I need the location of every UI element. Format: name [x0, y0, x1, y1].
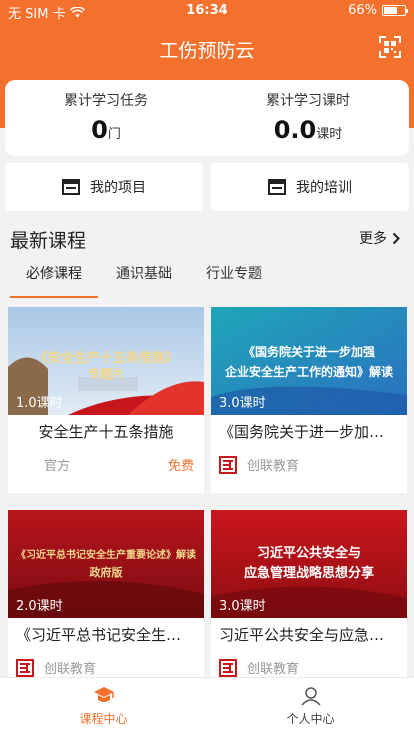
my-projects-button[interactable]: 我的项目 — [5, 163, 203, 211]
tab-required[interactable]: 必修课程 — [10, 264, 99, 298]
battery-percent: 66% — [348, 3, 377, 18]
status-bar: 无 SIM 卡 16:34 66% — [0, 0, 414, 22]
course-footer: 创联教育 — [16, 658, 194, 677]
course-card[interactable]: 《习近平总书记安全生产重要论述》解读 政府版 2.0课时 《习近平总书记安全生产… — [8, 510, 204, 696]
tab-general[interactable]: 通识基础 — [99, 264, 189, 298]
tab-industry[interactable]: 行业专题 — [189, 264, 279, 298]
qr-scan-icon[interactable] — [379, 36, 401, 58]
course-title: 《习近平总书记安全生产重要论述》解读政府版 — [16, 626, 204, 644]
tab-active-indicator — [10, 296, 98, 298]
battery-icon — [382, 5, 408, 16]
tab-personal-center-label: 个人中心 — [286, 712, 335, 726]
app-title: 工伤预防云 — [159, 40, 255, 62]
course-hours: 3.0课时 — [219, 396, 266, 411]
thumb-caption: 应急管理战略思想分享 — [243, 566, 374, 581]
course-card[interactable]: 习近平公共安全与 应急管理战略思想分享 3.0课时 习近平公共安全与应急管理战略… — [211, 510, 407, 696]
more-link[interactable]: 更多 — [359, 228, 400, 248]
tab-personal-center[interactable]: 个人中心 — [207, 678, 414, 736]
thumb-caption: 专题片 — [87, 367, 124, 381]
person-icon — [300, 687, 321, 706]
publisher-logo-icon — [219, 455, 237, 474]
course-price: 免费 — [167, 459, 194, 474]
thumb-caption: 《安全生产十五条措施》 — [34, 351, 178, 366]
course-footer: 创联教育 — [219, 455, 397, 474]
course-thumbnail: 《国务院关于进一步加强 企业安全生产工作的通知》解读 3.0课时 — [211, 307, 407, 415]
course-card[interactable]: 《国务院关于进一步加强 企业安全生产工作的通知》解读 3.0课时 《国务院关于进… — [211, 307, 407, 493]
my-trainings-button[interactable]: 我的培训 — [211, 163, 409, 211]
stat-value: 0门 — [91, 116, 121, 144]
course-source: 创联教育 — [247, 459, 300, 474]
stat-unit: 门 — [107, 127, 121, 142]
course-title: 《国务院关于进一步加强企业安全生产工作的通知》解读 — [219, 423, 407, 441]
course-footer: 创联教育 — [219, 658, 397, 677]
course-thumbnail: 《安全生产十五条措施》 专题片 1.0课时 — [8, 307, 204, 415]
thumb-caption: 企业安全生产工作的通知》解读 — [224, 365, 393, 379]
stat-tasks: 累计学习任务 0门 — [5, 80, 207, 156]
stat-value: 0.0课时 — [273, 116, 343, 144]
publisher-logo-icon — [219, 658, 237, 677]
course-hours: 3.0课时 — [219, 599, 266, 614]
course-hours: 1.0课时 — [16, 396, 63, 411]
course-center-icon — [93, 687, 114, 702]
course-source: 创联教育 — [44, 662, 97, 677]
course-tabs: 必修课程 通识基础 行业专题 — [10, 264, 279, 298]
thumb-caption: 《习近平总书记安全生产重要论述》解读 — [16, 550, 196, 561]
stat-label: 累计学习课时 — [266, 93, 350, 109]
stat-unit: 课时 — [316, 127, 343, 142]
course-hours: 2.0课时 — [16, 599, 63, 614]
course-title: 习近平公共安全与应急管理战略思想分享 — [219, 626, 407, 644]
my-projects-label: 我的项目 — [90, 180, 146, 196]
stat-label: 累计学习任务 — [64, 93, 148, 109]
course-source: 创联教育 — [247, 662, 300, 677]
thumb-caption: 政府版 — [89, 566, 123, 579]
my-trainings-label: 我的培训 — [296, 180, 352, 196]
tab-course-center[interactable]: 课程中心 — [0, 678, 207, 736]
course-thumbnail: 习近平公共安全与 应急管理战略思想分享 3.0课时 — [211, 510, 407, 618]
course-thumbnail: 《习近平总书记安全生产重要论述》解读 政府版 2.0课时 — [8, 510, 204, 618]
more-label: 更多 — [359, 231, 387, 247]
course-card[interactable]: 《安全生产十五条措施》 专题片 1.0课时 安全生产十五条措施 官方 免费 — [8, 307, 204, 493]
thumb-caption: 《国务院关于进一步加强 — [242, 345, 375, 359]
document-icon — [62, 179, 80, 195]
stat-hours: 累计学习课时 0.0课时 — [207, 80, 409, 156]
course-title: 安全生产十五条措施 — [38, 423, 174, 441]
chevron-right-icon — [392, 232, 400, 244]
thumb-caption: 习近平公共安全与 — [256, 546, 361, 561]
section-title: 最新课程 — [10, 230, 87, 252]
publisher-logo-icon — [16, 658, 34, 677]
stats-card: 累计学习任务 0门 累计学习课时 0.0课时 — [5, 80, 409, 156]
course-footer: 官方 免费 — [16, 455, 194, 474]
bottom-tab-bar: 课程中心 个人中心 — [0, 677, 414, 736]
course-source: 官方 — [44, 459, 71, 474]
document-icon — [268, 179, 286, 195]
tab-course-center-label: 课程中心 — [79, 712, 128, 726]
